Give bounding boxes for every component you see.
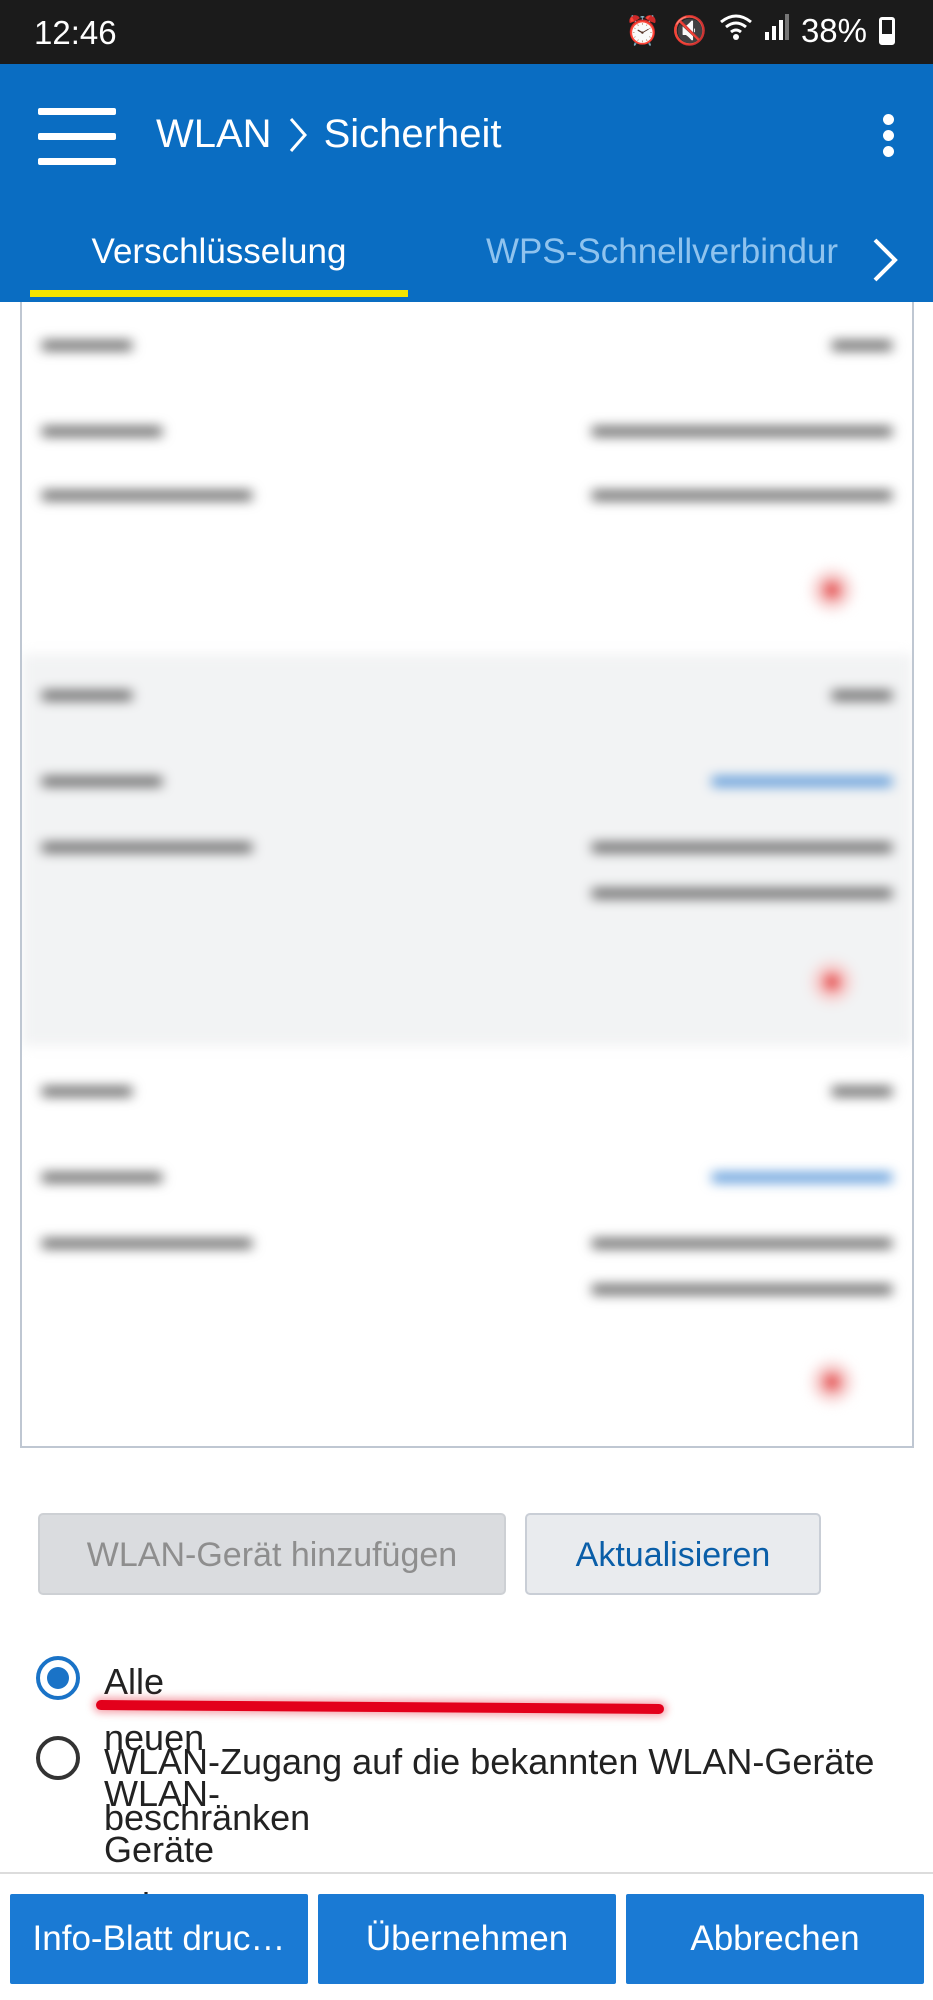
tab-label: Verschlüsselung [91,232,347,271]
alarm-icon: ⏰ [625,15,661,46]
delete-device-icon[interactable] [812,1362,852,1402]
add-wlan-device-button[interactable]: WLAN-Gerät hinzufügen [38,1513,506,1595]
device-entry: ▬▬▬ ▬▬ ▬▬▬▬ ▬▬▬▬▬▬ ▬▬▬▬▬▬▬ ▬▬▬▬▬▬▬▬▬▬ ▬▬▬▬▬… [22,1050,912,1446]
signal-icon [764,13,789,49]
tab-verschluesselung[interactable]: Verschlüsselung [30,220,408,302]
status-bar: 12:46 ⏰ 🔇 38% [0,0,933,64]
radio-selected-icon[interactable] [36,1656,80,1700]
device-entry: ▬▬▬ ▬▬ ▬▬▬▬ ▬▬▬▬▬▬▬▬▬▬ ▬▬▬▬▬▬▬ ▬▬▬▬▬▬▬▬▬▬ [22,302,912,650]
tab-bar: Verschlüsselung WPS-Schnellverbindur [0,220,933,302]
menu-icon[interactable] [38,108,116,166]
apply-button[interactable]: Übernehmen [318,1894,616,1984]
tab-scroll-right-icon[interactable] [865,234,905,286]
device-list: ▬▬▬ ▬▬ ▬▬▬▬ ▬▬▬▬▬▬▬▬▬▬ ▬▬▬▬▬▬▬ ▬▬▬▬▬▬▬▬▬▬ ▬… [20,302,914,1448]
battery-percent: 38% [800,12,867,49]
radio-label: WLAN-Zugang auf die bekannten WLAN-Gerät… [104,1741,875,1838]
radio-unselected-icon[interactable] [36,1736,80,1780]
status-icons: ⏰ 🔇 38% [625,12,895,50]
info-sheet-print-button[interactable]: Info-Blatt druc… [10,1894,308,1984]
mute-icon: 🔇 [672,15,707,46]
cancel-button[interactable]: Abbrechen [626,1894,924,1984]
chevron-right-icon [289,117,307,152]
tab-wps-schnellverbindung[interactable]: WPS-Schnellverbindur [486,220,844,302]
app-bar: WLAN Sicherheit Verschlüsselung WPS-Schn… [0,64,933,302]
footer-divider [0,1872,933,1874]
wifi-icon [719,13,753,50]
battery-icon [879,17,895,45]
breadcrumb-wlan[interactable]: WLAN [156,112,272,157]
breadcrumb: WLAN Sicherheit [156,112,501,157]
tab-label: WPS-Schnellverbindur [486,232,839,271]
overflow-menu-icon[interactable] [881,114,895,158]
breadcrumb-sicherheit: Sicherheit [323,112,502,156]
delete-device-icon[interactable] [812,962,852,1002]
clock: 12:46 [34,14,117,51]
refresh-button[interactable]: Aktualisieren [525,1513,821,1595]
delete-device-icon[interactable] [812,570,852,610]
active-tab-indicator [30,290,408,297]
device-entry: ▬▬▬ ▬▬ ▬▬▬▬ ▬▬▬▬▬▬ ▬▬▬▬▬▬▬ ▬▬▬▬▬▬▬▬▬▬ ▬▬▬▬▬… [22,654,912,1046]
